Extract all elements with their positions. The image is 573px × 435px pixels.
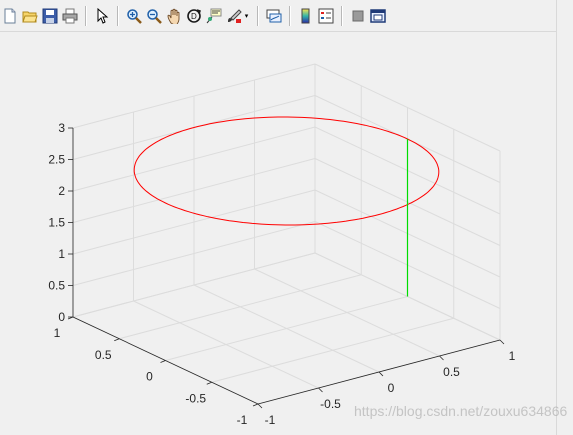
axes-3d[interactable]: -1 -0.5 0 0.5 1 -1 -0.5 0 0.5 1 0 0.5 1 1.5 2 2.5 3 (0, 33, 556, 435)
new-figure-button[interactable] (1, 7, 19, 25)
rotate-3d-icon: D (186, 8, 202, 24)
hide-plot-tools-icon (350, 8, 366, 24)
x-tick (378, 371, 384, 377)
toolbar-separator (341, 5, 343, 26)
save-button[interactable] (41, 7, 59, 25)
y-tick (206, 381, 212, 385)
show-plot-tools-icon (370, 8, 386, 24)
open-file-button[interactable] (21, 7, 39, 25)
z-tick-label: 1.5 (48, 216, 65, 230)
z-tick-label: 0.5 (48, 279, 65, 293)
edit-plot-button[interactable] (93, 7, 111, 25)
x-tick-label: -0.5 (320, 397, 341, 411)
pan-icon (166, 8, 182, 24)
print-icon (62, 8, 78, 24)
grid-line (119, 274, 362, 340)
zoom-out-icon (146, 8, 162, 24)
x-tick-label: 0 (388, 381, 395, 395)
x-tick (439, 355, 444, 361)
show-plot-tools-button[interactable] (369, 7, 387, 25)
x-tick-label: -1 (265, 413, 276, 427)
brush-icon (226, 8, 242, 24)
data-cursor-icon (206, 8, 222, 24)
z-tick-label: 2.5 (48, 153, 65, 167)
zoom-in-icon (126, 8, 142, 24)
rotate-3d-button[interactable]: D (185, 7, 203, 25)
y-tick-label: -1 (237, 413, 248, 427)
toolbar-separator (85, 5, 87, 26)
y-tick-label: 0 (146, 370, 153, 384)
print-button[interactable] (61, 7, 79, 25)
y-tick (114, 338, 120, 342)
z-tick-label: 0 (58, 310, 65, 324)
zoom-out-button[interactable] (145, 7, 163, 25)
toolbar-separator (257, 5, 259, 26)
y-tick (160, 360, 166, 363)
link-plot-button[interactable] (265, 7, 283, 25)
hide-plot-tools-button[interactable] (349, 7, 367, 25)
figure-window: D ▾ -1 -0.5 0 0.5 1 -1 -0.5 0 0.5 1 0 0.5 1 1.5 2 2.5 3 h… (0, 0, 573, 435)
plot-area[interactable]: -1 -0.5 0 0.5 1 -1 -0.5 0 0.5 1 0 0.5 1 1.5 2 2.5 3 (0, 33, 556, 435)
x-tick (318, 387, 323, 393)
zoom-in-button[interactable] (125, 7, 143, 25)
grid-line (165, 296, 408, 361)
new-figure-icon (2, 8, 18, 24)
z-tick-label: 2 (58, 184, 65, 198)
link-plot-icon (266, 8, 282, 24)
right-scrollbar-panel (556, 0, 573, 435)
y-tick (252, 403, 259, 407)
x-tick-label: 0.5 (443, 365, 460, 379)
edit-plot-icon (94, 7, 110, 24)
y-tick-label: -0.5 (185, 391, 206, 405)
legend-button[interactable] (317, 7, 335, 25)
figure-toolbar: D ▾ (0, 0, 556, 32)
data-cursor-button[interactable] (205, 7, 223, 25)
series-circle-line (133, 116, 440, 226)
colorbar-button[interactable] (297, 7, 315, 25)
open-file-icon (22, 8, 38, 24)
x-tick (257, 403, 263, 409)
svg-text:D: D (191, 12, 197, 21)
legend-icon (318, 8, 334, 24)
y-tick-label: 0.5 (95, 348, 112, 362)
y-tick-label: 1 (54, 326, 61, 340)
x-tick (499, 339, 505, 345)
toolbar-separator (289, 5, 291, 26)
colorbar-icon (298, 8, 314, 24)
save-icon (42, 8, 58, 24)
brush-dropdown-arrow-icon[interactable]: ▾ (243, 7, 250, 25)
brush-button[interactable] (225, 7, 243, 25)
pan-button[interactable] (165, 7, 183, 25)
z-tick-label: 1 (58, 247, 65, 261)
x-tick-label: 1 (509, 349, 516, 363)
grid-line (211, 317, 454, 383)
toolbar-separator (117, 5, 119, 26)
z-tick-label: 3 (58, 121, 65, 135)
